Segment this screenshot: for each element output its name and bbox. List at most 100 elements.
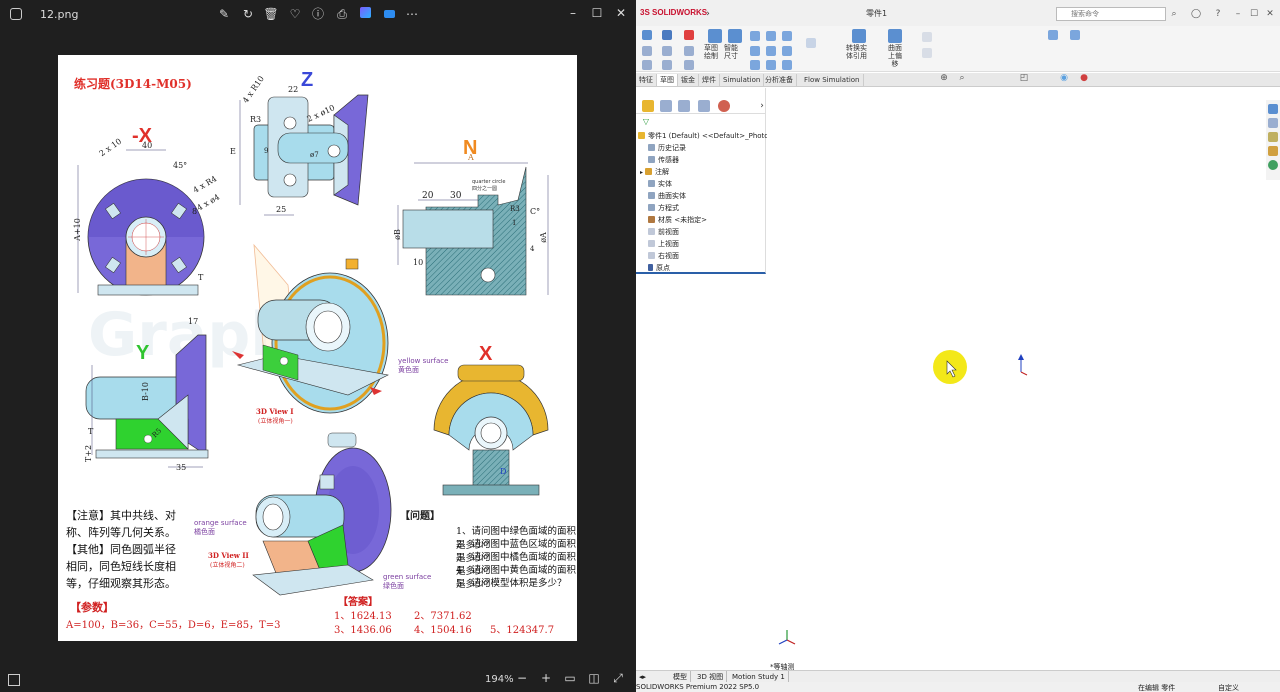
sketch-button[interactable]: 草图 绘制: [704, 44, 718, 60]
design-library-icon[interactable]: [1268, 118, 1278, 128]
circle-icon[interactable]: [766, 31, 776, 41]
arc-icon[interactable]: [766, 46, 776, 56]
tree-item-annotations[interactable]: ▸ 注解: [640, 167, 669, 177]
settings-icon[interactable]: [684, 60, 694, 70]
line-icon[interactable]: [750, 31, 760, 41]
share-icon[interactable]: [381, 6, 397, 22]
save-icon[interactable]: [662, 30, 672, 40]
point-icon[interactable]: [782, 60, 792, 70]
smart-dimension-icon[interactable]: [728, 29, 742, 43]
undo-icon[interactable]: [662, 60, 672, 70]
pattern-icon[interactable]: [922, 48, 932, 58]
tree-item-material[interactable]: 材质 <未指定>: [648, 215, 707, 225]
more-icon[interactable]: ⋯: [404, 6, 420, 22]
tree-item-right-plane[interactable]: 右视面: [648, 251, 679, 261]
zoom-out-icon[interactable]: −: [514, 670, 530, 686]
offset-on-surface-icon[interactable]: [888, 29, 902, 43]
traffic-light-icon[interactable]: [684, 30, 694, 40]
options-icon[interactable]: [684, 46, 694, 56]
rectangle-icon[interactable]: [750, 46, 760, 56]
tree-item-sensors[interactable]: 传感器: [648, 155, 679, 165]
tab-flow-simulation[interactable]: Flow Simulation: [801, 74, 864, 86]
zoom-fit-icon[interactable]: ⊕: [936, 70, 952, 86]
resources-icon[interactable]: [1268, 104, 1278, 114]
slot-icon[interactable]: [750, 60, 760, 70]
tree-item-front-plane[interactable]: 前视面: [648, 227, 679, 237]
tab-features[interactable]: 特征: [636, 74, 657, 86]
view-palette-icon[interactable]: [1268, 146, 1278, 156]
print-icon-sw[interactable]: [662, 46, 672, 56]
file-explorer-icon[interactable]: [1268, 132, 1278, 142]
trim-icon[interactable]: [806, 38, 816, 48]
property-manager-tab-icon[interactable]: [660, 100, 672, 112]
delete-icon[interactable]: 🗑: [263, 6, 279, 22]
tree-item-history[interactable]: 历史记录: [648, 143, 686, 153]
convert-entities-icon[interactable]: [852, 29, 866, 43]
minimize-icon[interactable]: –: [563, 5, 583, 21]
tab-sheet-metal[interactable]: 钣金: [678, 74, 699, 86]
ellipse-icon[interactable]: [766, 60, 776, 70]
relations-icon[interactable]: [1048, 30, 1058, 40]
zoom-in-icon[interactable]: +: [538, 670, 554, 686]
offset-on-surface-button[interactable]: 曲面 上偏 移: [888, 44, 902, 68]
tab-weldments[interactable]: 焊件: [699, 74, 720, 86]
search-icon[interactable]: ⌕: [1166, 6, 1182, 22]
chevron-right-icon[interactable]: ›: [700, 6, 716, 22]
sketch-icon[interactable]: [708, 29, 722, 43]
actual-size-icon[interactable]: ◫: [586, 670, 602, 686]
open-icon[interactable]: [642, 60, 652, 70]
fit-window-icon[interactable]: ▭: [562, 670, 578, 686]
fullscreen-icon[interactable]: ⤢: [610, 670, 626, 686]
document-title: 零件1: [866, 9, 888, 18]
filmstrip-icon[interactable]: [8, 674, 20, 686]
maximize-icon[interactable]: ☐: [587, 5, 607, 21]
tab-simulation[interactable]: Simulation: [720, 74, 765, 86]
polygon-icon[interactable]: [782, 46, 792, 56]
rotate-icon[interactable]: ↻: [240, 6, 256, 22]
display-manager-tab-icon[interactable]: [718, 100, 730, 112]
view-x-drawing: [433, 364, 549, 496]
home-icon[interactable]: [642, 30, 652, 40]
close-icon[interactable]: ✕: [611, 5, 631, 21]
view-orientation-icon[interactable]: ◰: [1016, 70, 1032, 86]
edit-icon[interactable]: ✎: [216, 6, 232, 22]
tree-item-equations[interactable]: 方程式: [648, 203, 679, 213]
status-units[interactable]: 自定义: [1218, 683, 1239, 692]
new-icon[interactable]: [642, 46, 652, 56]
feature-tree-tab-icon[interactable]: [642, 100, 654, 112]
tab-analysis-prep[interactable]: 分析准备: [762, 74, 797, 86]
info-icon[interactable]: ⓘ: [310, 6, 326, 22]
repair-sketch-icon[interactable]: [1070, 30, 1080, 40]
graphics-viewport[interactable]: *等轴测: [767, 88, 1280, 671]
mirror-icon[interactable]: [922, 32, 932, 42]
spline-icon[interactable]: [782, 31, 792, 41]
tree-item-surface-bodies[interactable]: 曲面实体: [648, 191, 686, 201]
tree-root-part[interactable]: 零件1 (Default) <<Default>_Photo\: [638, 131, 771, 141]
sw-close-icon[interactable]: ✕: [1262, 6, 1278, 22]
user-icon[interactable]: ◯: [1188, 6, 1204, 22]
zoom-area-icon[interactable]: ⌕: [954, 70, 970, 86]
display-style-icon[interactable]: ◉: [1056, 70, 1072, 86]
tree-item-top-plane[interactable]: 上视面: [648, 239, 679, 249]
filter-icon[interactable]: ▽: [638, 114, 654, 130]
appearances-icon[interactable]: [1268, 160, 1278, 170]
configuration-tab-icon[interactable]: [678, 100, 690, 112]
image-canvas[interactable]: 练习题(3D14-M05) Graphics -X Z N Y X 2 x 10…: [58, 55, 577, 641]
sw-minimize-icon[interactable]: –: [1230, 6, 1246, 22]
sw-restore-icon[interactable]: ☐: [1246, 6, 1262, 22]
expand-arrow-icon[interactable]: ▸: [640, 169, 643, 176]
command-search-input[interactable]: 搜索命令: [1056, 7, 1166, 21]
help-icon[interactable]: ?: [1210, 6, 1226, 22]
question-5: 5、请问模型体积是多少？: [456, 578, 567, 589]
tree-item-solid-bodies[interactable]: 实体: [648, 179, 672, 189]
tab-sketch[interactable]: 草图: [657, 74, 678, 86]
appearance-icon[interactable]: ●: [1076, 70, 1092, 86]
favorite-icon[interactable]: ♡: [287, 6, 303, 22]
dimxpert-tab-icon[interactable]: [698, 100, 710, 112]
print-icon[interactable]: ⎙: [334, 6, 350, 22]
tree-item-origin[interactable]: 原点: [648, 263, 670, 273]
smart-dimension-button[interactable]: 智能 尺寸: [724, 44, 738, 60]
editor-icon[interactable]: [357, 6, 373, 22]
convert-entities-button[interactable]: 转换实 体引用: [846, 44, 867, 60]
view-z-drawing: [239, 94, 369, 216]
